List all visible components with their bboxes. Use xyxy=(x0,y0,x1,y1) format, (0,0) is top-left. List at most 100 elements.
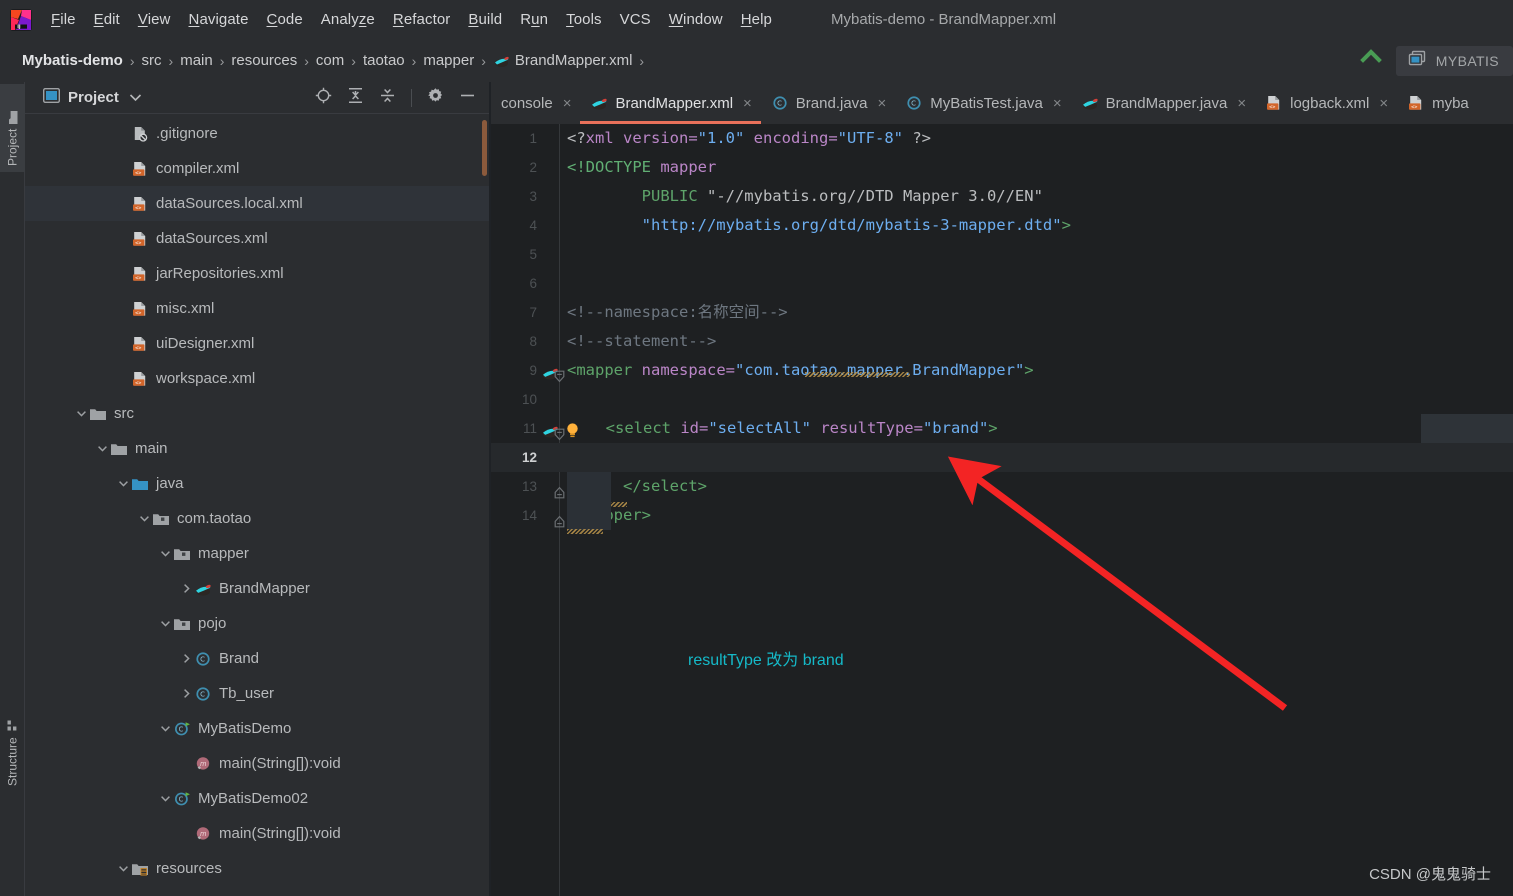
code-line[interactable]: 8 <!--statement--> xyxy=(491,327,1513,356)
chevron-down-icon[interactable] xyxy=(73,407,89,420)
code-fold-close-icon[interactable] xyxy=(554,509,565,538)
breadcrumb-item-mapper[interactable]: mapper xyxy=(423,52,474,69)
arrow-up-green-icon[interactable] xyxy=(1356,43,1386,78)
menu-run[interactable]: Run xyxy=(511,9,557,30)
tree-row[interactable]: src xyxy=(25,396,490,431)
close-icon[interactable]: × xyxy=(878,95,887,112)
select-opened-file-icon[interactable] xyxy=(315,87,332,109)
code-line[interactable]: 12 xyxy=(491,443,1513,472)
tree-row[interactable]: m main(String[]):void xyxy=(25,746,490,781)
code-line[interactable]: 13 </select> xyxy=(491,472,1513,501)
code-line[interactable]: 14</mapper> xyxy=(491,501,1513,530)
code-editor[interactable]: 1 <?xml version="1.0" encoding="UTF-8" ?>… xyxy=(491,124,1513,896)
menu-refactor[interactable]: Refactor xyxy=(384,9,460,30)
collapse-all-icon[interactable] xyxy=(379,87,396,109)
code-line[interactable]: 6 xyxy=(491,269,1513,298)
close-icon[interactable]: × xyxy=(563,95,572,112)
editor-tab[interactable]: BrandMapper.xml × xyxy=(580,82,762,124)
menu-file[interactable]: File xyxy=(42,9,85,30)
chevron-down-icon[interactable] xyxy=(115,477,131,490)
editor-tab[interactable]: C MyBatisTest.java × xyxy=(895,82,1070,124)
breadcrumb-item-resources[interactable]: resources xyxy=(231,52,297,69)
breadcrumb-item-file[interactable]: BrandMapper.xml xyxy=(515,52,633,69)
tree-row[interactable]: <> jarRepositories.xml xyxy=(25,256,490,291)
menu-help[interactable]: Help xyxy=(732,9,781,30)
code-line[interactable]: 10 xyxy=(491,385,1513,414)
project-panel-header: Project xyxy=(25,82,490,114)
editor-tab[interactable]: <> logback.xml × xyxy=(1255,82,1397,124)
tree-row[interactable]: BrandMapper xyxy=(25,571,490,606)
tree-row[interactable]: mapper xyxy=(25,536,490,571)
close-icon[interactable]: × xyxy=(743,95,752,112)
tree-row[interactable]: resources xyxy=(25,851,490,886)
chevron-down-icon[interactable] xyxy=(115,862,131,875)
tree-row[interactable]: java xyxy=(25,466,490,501)
code-line[interactable]: 1 <?xml version="1.0" encoding="UTF-8" ?> xyxy=(491,124,1513,153)
editor-tab[interactable]: console × xyxy=(491,82,580,124)
close-icon[interactable]: × xyxy=(1053,95,1062,112)
code-line[interactable]: 4 "http://mybatis.org/dtd/mybatis-3-mapp… xyxy=(491,211,1513,240)
chevron-down-icon[interactable] xyxy=(157,547,173,560)
chevron-down-icon[interactable] xyxy=(157,722,173,735)
chevron-down-icon[interactable] xyxy=(94,442,110,455)
expand-all-icon[interactable] xyxy=(347,87,364,109)
tree-row[interactable]: com.taotao xyxy=(25,501,490,536)
chevron-right-icon[interactable] xyxy=(178,582,194,595)
tree-row[interactable]: <> dataSources.xml xyxy=(25,221,490,256)
editor-tab[interactable]: <> myba xyxy=(1397,82,1478,124)
breadcrumb-item-src[interactable]: src xyxy=(142,52,162,69)
tree-row[interactable]: <> misc.xml xyxy=(25,291,490,326)
mybatis-icon xyxy=(1081,95,1099,111)
chevron-down-icon[interactable] xyxy=(129,89,142,107)
close-icon[interactable]: × xyxy=(1379,95,1388,112)
tree-row[interactable]: .gitignore xyxy=(25,116,490,151)
run-configuration-selector[interactable]: MYBATIS xyxy=(1395,45,1513,76)
code-line[interactable]: 5 xyxy=(491,240,1513,269)
tree-row[interactable]: m main(String[]):void xyxy=(25,816,490,851)
menu-build[interactable]: Build xyxy=(459,9,511,30)
breadcrumb-item-taotao[interactable]: taotao xyxy=(363,52,405,69)
menu-navigate[interactable]: Navigate xyxy=(180,9,258,30)
line-number: 4 xyxy=(529,218,537,233)
code-line[interactable]: 3 PUBLIC "-//mybatis.org//DTD Mapper 3.0… xyxy=(491,182,1513,211)
breadcrumb-item-main[interactable]: main xyxy=(180,52,213,69)
editor-tab[interactable]: BrandMapper.java × xyxy=(1071,82,1256,124)
chevron-down-icon[interactable] xyxy=(157,617,173,630)
hide-panel-icon[interactable] xyxy=(459,87,476,109)
menu-vcs[interactable]: VCS xyxy=(611,9,660,30)
tool-window-button-project[interactable]: Project xyxy=(0,84,25,172)
tree-row[interactable]: C MyBatisDemo xyxy=(25,711,490,746)
class-icon: C xyxy=(194,686,212,702)
menu-edit[interactable]: Edit xyxy=(85,9,129,30)
tree-row[interactable]: <> dataSources.local.xml xyxy=(25,186,490,221)
project-tree[interactable]: .gitignore <> compiler.xml <> dataSources.lo… xyxy=(25,114,490,896)
editor-tab[interactable]: C Brand.java × xyxy=(761,82,895,124)
chevron-down-icon[interactable] xyxy=(157,792,173,805)
tool-window-button-structure[interactable]: Structure xyxy=(0,698,25,786)
tree-row[interactable]: C Brand xyxy=(25,641,490,676)
tree-row[interactable]: C Tb_user xyxy=(25,676,490,711)
code-line[interactable]: 11 <select id="selectAll" resultType="br… xyxy=(491,414,1513,443)
tree-row[interactable]: pojo xyxy=(25,606,490,641)
menu-view[interactable]: View xyxy=(129,9,180,30)
tree-row[interactable]: C MyBatisDemo02 xyxy=(25,781,490,816)
menu-window[interactable]: Window xyxy=(660,9,732,30)
chevron-right-icon[interactable] xyxy=(178,652,194,665)
close-icon[interactable]: × xyxy=(1237,95,1246,112)
project-tree-scrollbar[interactable] xyxy=(482,120,487,176)
breadcrumb-item-com[interactable]: com xyxy=(316,52,344,69)
tree-row[interactable]: main xyxy=(25,431,490,466)
code-line[interactable]: 7 <!--namespace:名称空间--> xyxy=(491,298,1513,327)
menu-analyze[interactable]: Analyze xyxy=(312,9,384,30)
menu-tools[interactable]: Tools xyxy=(557,9,611,30)
menu-code[interactable]: Code xyxy=(258,9,312,30)
code-line[interactable]: 9 <mapper namespace="com.taotao.mapper.Br… xyxy=(491,356,1513,385)
chevron-right-icon[interactable] xyxy=(178,687,194,700)
tree-row[interactable]: <> uiDesigner.xml xyxy=(25,326,490,361)
tree-row[interactable]: <> compiler.xml xyxy=(25,151,490,186)
tree-row[interactable]: <> workspace.xml xyxy=(25,361,490,396)
settings-gear-icon[interactable] xyxy=(427,87,444,109)
breadcrumb-item-project[interactable]: Mybatis-demo xyxy=(22,52,123,69)
chevron-down-icon[interactable] xyxy=(136,512,152,525)
code-line[interactable]: 2 <!DOCTYPE mapper xyxy=(491,153,1513,182)
